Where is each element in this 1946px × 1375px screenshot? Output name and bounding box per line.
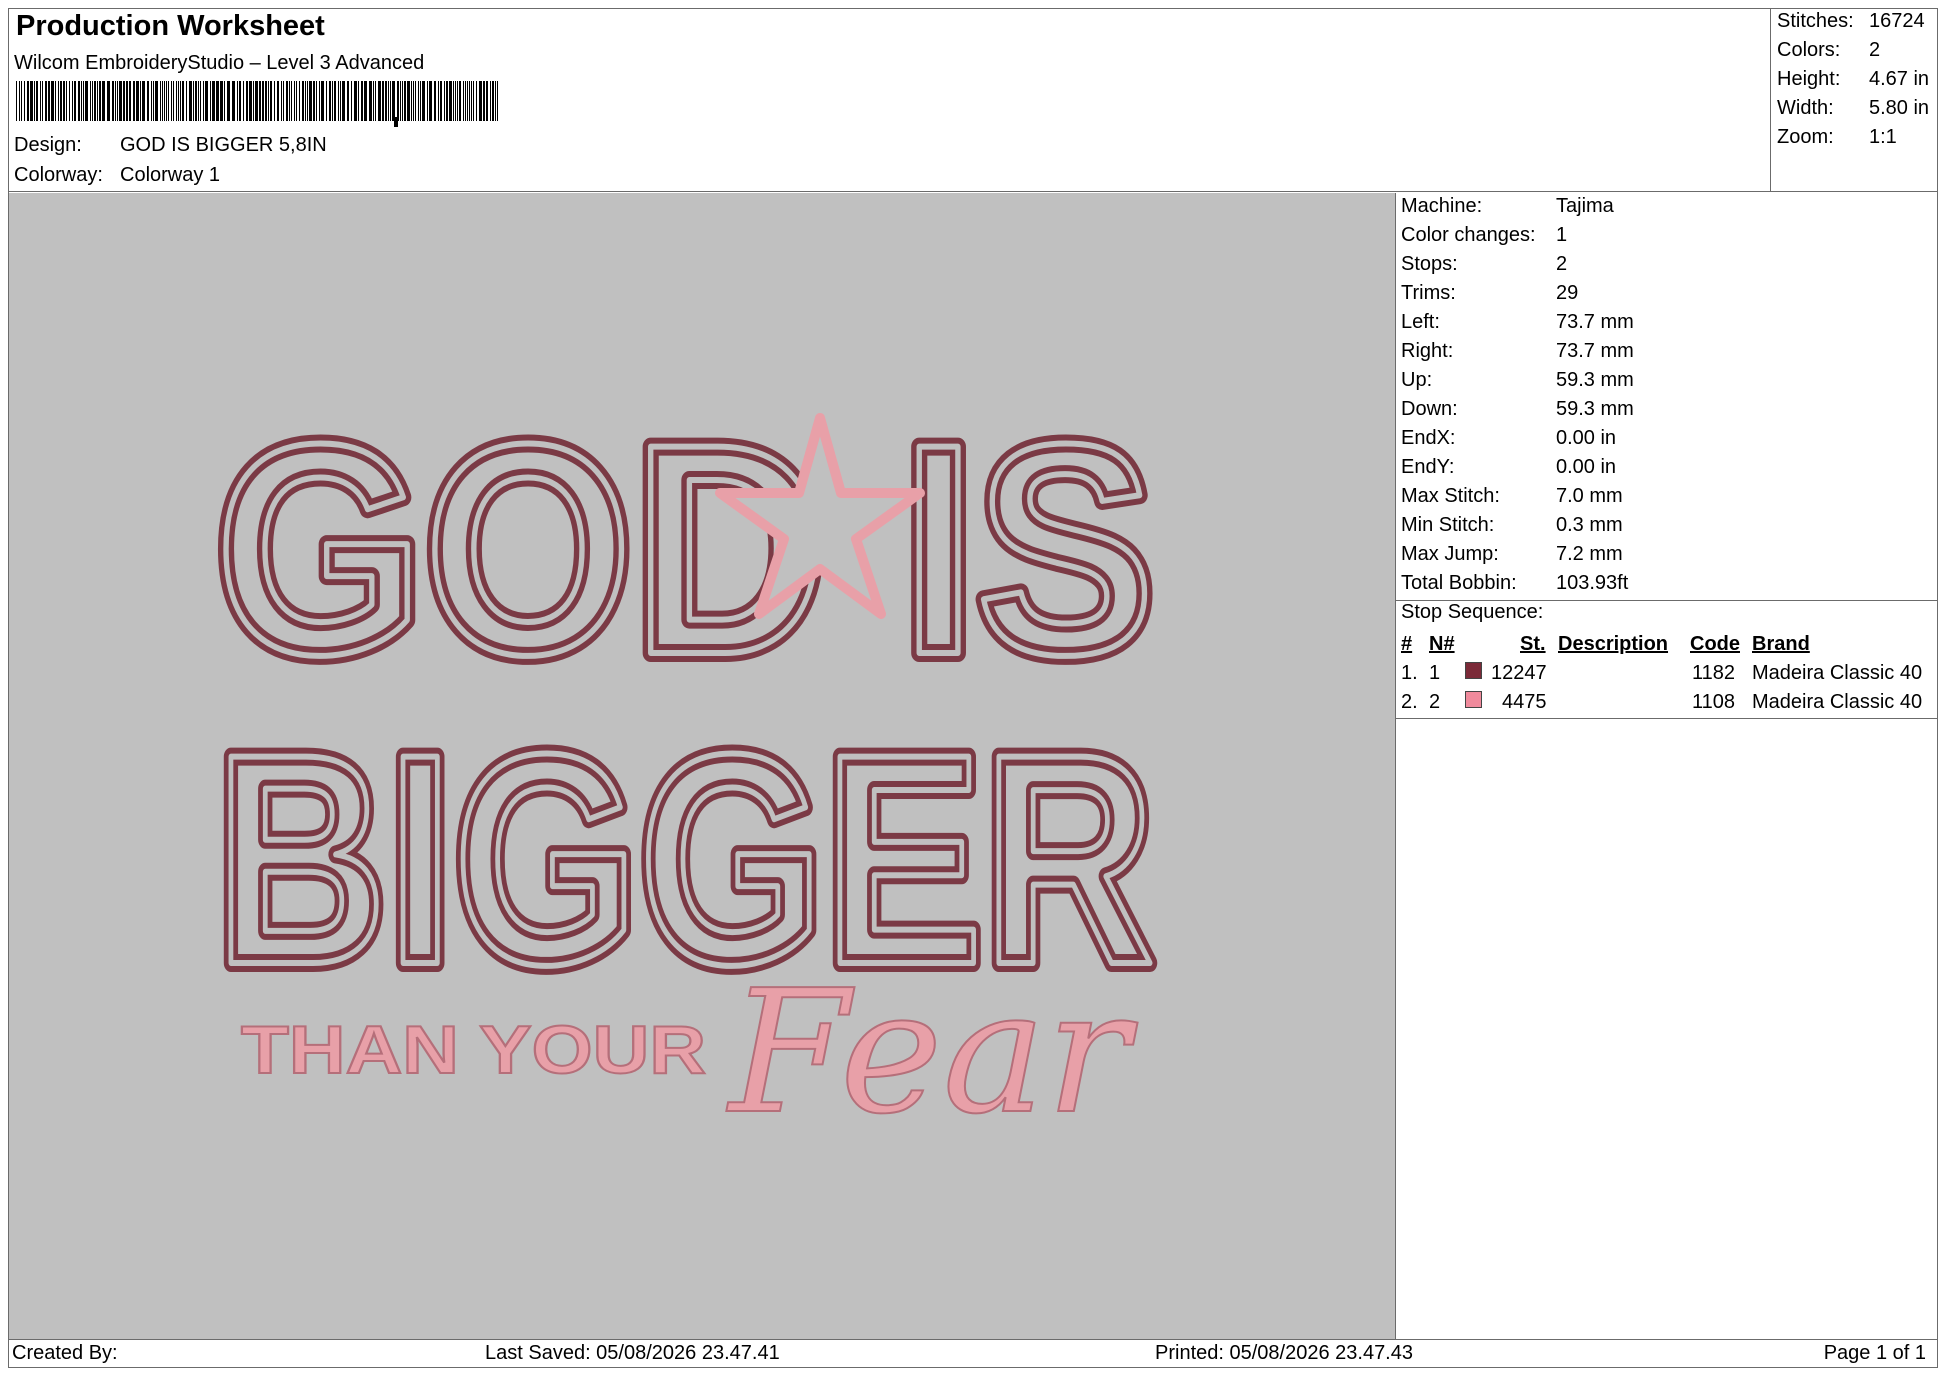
up-label: Up: [1401, 369, 1433, 391]
row2-color-swatch [1465, 691, 1482, 708]
row2-code: 1108 [1692, 691, 1736, 713]
outline-lettering: GOD IS GOD IS BIGGER BIGGER [206, 372, 1164, 1036]
page-number: Page 1 of 1 [1823, 1342, 1926, 1364]
than-your-text: THAN YOUR [241, 1012, 706, 1088]
stitches-value: 16724 [1869, 10, 1925, 32]
col-index-header: # [1401, 633, 1413, 655]
embroidery-artwork: GOD IS GOD IS BIGGER BIGGER THAN YOUR Fe… [206, 372, 1164, 1153]
design-summary: Stitches: 16724 Colors: 2 Height: 4.67 in W… [1771, 8, 1938, 192]
height-label: Height: [1777, 68, 1841, 90]
software-name: Wilcom EmbroideryStudio – Level 3 Advanc… [14, 52, 425, 74]
zoom-value: 1:1 [1869, 126, 1897, 148]
row1-color-swatch [1465, 662, 1482, 679]
zoom-label: Zoom: [1777, 126, 1834, 148]
right-value: 73.7 mm [1556, 340, 1634, 362]
endx-value: 0.00 in [1556, 427, 1617, 449]
stitches-row: Stitches: 16724 [1777, 10, 1925, 33]
down-value: 59.3 mm [1556, 398, 1634, 420]
down-row: Down: 59.3 mm [1401, 398, 1634, 421]
last-saved: Last Saved: 05/08/2026 23.47.41 [485, 1342, 780, 1364]
left-value: 73.7 mm [1556, 311, 1634, 333]
right-label: Right: [1401, 340, 1454, 362]
width-value: 5.80 in [1869, 97, 1930, 119]
endy-row: EndY: 0.00 in [1401, 456, 1616, 479]
row1-stitches: 12247 [1491, 662, 1547, 684]
endy-label: EndY: [1401, 456, 1455, 478]
down-label: Down: [1401, 398, 1458, 420]
row2-index: 2. [1401, 691, 1418, 713]
col-needle-header: N# [1429, 633, 1455, 655]
col-description-header: Description [1558, 633, 1669, 655]
up-value: 59.3 mm [1556, 369, 1634, 391]
machine-info-panel: Machine: Tajima Color changes: 1 Stops: 2 T… [1396, 193, 1937, 1339]
total-bobbin-label: Total Bobbin: [1401, 572, 1517, 594]
design-row: Design: [14, 134, 82, 157]
colors-value: 2 [1869, 39, 1881, 61]
max-jump-row: Max Jump: 7.2 mm [1401, 543, 1623, 566]
max-stitch-label: Max Stitch: [1401, 485, 1500, 507]
max-jump-value: 7.2 mm [1556, 543, 1623, 565]
fear-script-text: Fear [726, 954, 1138, 1152]
max-stitch-row: Max Stitch: 7.0 mm [1401, 485, 1623, 508]
colors-label: Colors: [1777, 39, 1841, 61]
stops-row: Stops: 2 [1401, 253, 1567, 276]
machine-value: Tajima [1556, 195, 1614, 217]
color-changes-label: Color changes: [1401, 224, 1536, 246]
col-code-header: Code [1690, 633, 1740, 655]
design-preview: GOD IS GOD IS BIGGER BIGGER THAN YOUR Fe… [9, 193, 1396, 1339]
stitches-label: Stitches: [1777, 10, 1854, 32]
machine-label: Machine: [1401, 195, 1483, 217]
max-jump-label: Max Jump: [1401, 543, 1499, 565]
colors-row: Colors: 2 [1777, 39, 1880, 62]
endy-value: 0.00 in [1556, 456, 1617, 478]
row1-index: 1. [1401, 662, 1418, 684]
up-row: Up: 59.3 mm [1401, 369, 1634, 392]
colorway-label: Colorway: [14, 164, 103, 186]
width-label: Width: [1777, 97, 1834, 119]
color-changes-row: Color changes: 1 [1401, 224, 1567, 247]
design-value: GOD IS BIGGER 5,8IN [120, 134, 327, 156]
row1-brand: Madeira Classic 40 [1752, 662, 1923, 684]
trims-row: Trims: 29 [1401, 282, 1578, 305]
row2-brand: Madeira Classic 40 [1752, 691, 1923, 713]
endx-row: EndX: 0.00 in [1401, 427, 1616, 450]
left-label: Left: [1401, 311, 1440, 333]
god-is-text-inner: GOD IS [215, 381, 1155, 717]
col-brand-header: Brand [1752, 633, 1810, 655]
endx-label: EndX: [1401, 427, 1456, 449]
row1-needle: 1 [1429, 662, 1441, 684]
row2-needle: 2 [1429, 691, 1441, 713]
trims-label: Trims: [1401, 282, 1456, 304]
colorway-value: Colorway 1 [120, 164, 221, 186]
col-stitches-header: St. [1520, 633, 1546, 655]
divider [1396, 718, 1937, 719]
left-row: Left: 73.7 mm [1401, 311, 1634, 334]
min-stitch-row: Min Stitch: 0.3 mm [1401, 514, 1623, 537]
worksheet-header: Production Worksheet Wilcom EmbroiderySt… [8, 8, 1771, 192]
row1-code: 1182 [1692, 662, 1736, 684]
stops-value: 2 [1556, 253, 1568, 275]
max-stitch-value: 7.0 mm [1556, 485, 1623, 507]
barcode [16, 81, 498, 127]
zoom-row: Zoom: 1:1 [1777, 126, 1897, 149]
stops-label: Stops: [1401, 253, 1458, 275]
width-row: Width: 5.80 in [1777, 97, 1929, 120]
color-changes-value: 1 [1556, 224, 1568, 246]
total-bobbin-value: 103.93ft [1556, 572, 1629, 594]
min-stitch-label: Min Stitch: [1401, 514, 1495, 536]
height-value: 4.67 in [1869, 68, 1930, 90]
machine-row: Machine: Tajima [1401, 195, 1614, 218]
row2-stitches: 4475 [1502, 691, 1547, 713]
design-label: Design: [14, 134, 82, 156]
total-bobbin-row: Total Bobbin: 103.93ft [1401, 572, 1628, 595]
page-title: Production Worksheet [16, 10, 325, 42]
printed-date: Printed: 05/08/2026 23.47.43 [1155, 1342, 1413, 1364]
worksheet-footer: Created By: Last Saved: 05/08/2026 23.47… [8, 1339, 1938, 1369]
stop-sequence-heading: Stop Sequence: [1401, 601, 1544, 623]
min-stitch-value: 0.3 mm [1556, 514, 1623, 536]
created-by: Created By: [12, 1342, 118, 1364]
trims-value: 29 [1556, 282, 1579, 304]
right-row: Right: 73.7 mm [1401, 340, 1634, 363]
height-row: Height: 4.67 in [1777, 68, 1929, 91]
